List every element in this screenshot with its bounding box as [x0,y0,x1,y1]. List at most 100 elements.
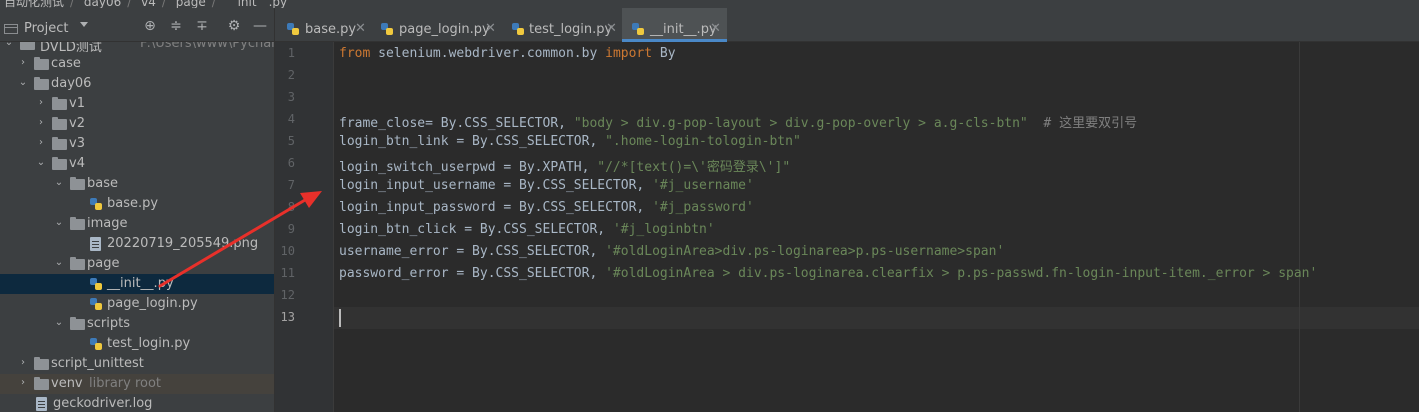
tree-item-label: __init__.py [107,276,174,291]
code-text: login_btn_link = By.CSS_SELECTOR, [339,134,606,149]
breadcrumb-item-file[interactable]: __init__.py [226,0,288,8]
text-caret [339,309,341,327]
close-icon[interactable]: ✕ [485,21,496,36]
chevron-right-icon[interactable]: › [36,118,46,128]
tree-item-venv[interactable]: › venv library root [0,374,274,394]
project-panel-title[interactable]: Project [24,21,68,36]
line-number: 7 [287,178,295,192]
python-file-icon [90,198,102,210]
breadcrumb-item-page[interactable]: page [176,0,206,8]
tab-page-login-py[interactable]: page_login.py ✕ [375,8,502,41]
line-number: 11 [280,266,295,280]
line-number: 4 [287,112,295,126]
tree-root-row[interactable]: ⌄ DVLD测试 F:\Users\www\PycharmProjects [0,42,274,55]
tree-item-v2[interactable]: › v2 [0,114,274,134]
chevron-down-icon[interactable]: ⌄ [54,318,64,328]
close-icon[interactable]: ✕ [710,21,721,36]
chevron-down-icon[interactable]: ⌄ [36,158,46,168]
tree-item-geckodriver-log[interactable]: geckodriver.log [0,394,274,412]
code-string: '#j_username' [652,178,754,193]
expand-all-icon[interactable]: ≑ [168,18,184,34]
tree-item-v1[interactable]: › v1 [0,94,274,114]
breadcrumb-item-day06[interactable]: day06 [84,0,121,8]
folder-icon [70,177,85,190]
tree-item-script-unittest[interactable]: › script_unittest [0,354,274,374]
code-text: login_input_username = By.CSS_SELECTOR, [339,178,653,193]
close-icon[interactable]: ✕ [606,21,617,36]
line-number: 2 [287,68,295,82]
line-number-gutter: 1 2 3 4 5 6 7 8 9 10 11 12 13 [275,42,334,412]
folder-icon [52,117,67,130]
project-tree: ⌄ DVLD测试 F:\Users\www\PycharmProjects › c… [0,42,274,412]
tab-base-py[interactable]: base.py ✕ [275,8,375,41]
code-line: password_error = By.CSS_SELECTOR, '#oldL… [339,266,1317,281]
code-text: username_error = By.CSS_SELECTOR, [339,244,606,259]
chevron-down-icon[interactable]: ⌄ [54,218,64,228]
tree-item-test-login-py[interactable]: test_login.py [0,334,274,354]
python-file-icon [287,23,299,35]
tree-item-base-py[interactable]: base.py [0,194,274,214]
breadcrumb-item-v4[interactable]: v4 [141,0,156,8]
tree-item-v4[interactable]: ⌄ v4 [0,154,274,174]
code-text: By [652,46,676,61]
tree-root-path: F:\Users\www\PycharmProjects [140,42,274,51]
code-text: login_input_password = By.CSS_SELECTOR, [339,200,653,215]
tree-item-v3[interactable]: › v3 [0,134,274,154]
tree-item-page[interactable]: ⌄ page [0,254,274,274]
line-number: 12 [280,288,295,302]
code-string: '#oldLoginArea > div.ps-loginarea.clearf… [605,266,1318,281]
code-line: login_btn_click = By.CSS_SELECTOR, '#j_l… [339,222,715,237]
folder-icon [34,77,49,90]
tree-item-image[interactable]: ⌄ image [0,214,274,234]
tree-item-case[interactable]: › case [0,54,274,74]
chevron-down-icon[interactable]: ⌄ [18,78,28,88]
chevron-right-icon[interactable]: › [18,358,28,368]
chevron-right-icon[interactable]: › [18,378,28,388]
tab-test-login-py[interactable]: test_login.py ✕ [502,8,622,41]
chevron-right-icon[interactable]: › [36,98,46,108]
chevron-right-icon[interactable]: › [18,58,28,68]
navigation-bar: 自动化测试 / day06/ v4/ page / __init__.py [0,0,1419,8]
line-number: 6 [287,156,295,170]
python-file-icon [632,23,644,35]
folder-icon [34,57,49,70]
code-string: '#j_loginbtn' [612,222,715,237]
locate-icon[interactable]: ⊕ [142,18,158,34]
python-file-icon [90,338,102,350]
chevron-down-icon[interactable]: ⌄ [4,42,14,48]
line-number: 1 [287,46,295,60]
tree-item-label: v2 [69,116,85,131]
tree-item-scripts[interactable]: ⌄ scripts [0,314,274,334]
close-icon[interactable]: ✕ [355,21,366,36]
image-file-icon [90,237,101,251]
tree-item-label: v4 [69,156,85,171]
tree-item-day06[interactable]: ⌄ day06 [0,74,274,94]
code-text: password_error = By.CSS_SELECTOR, [339,266,606,281]
tree-item-20220719-205549-png[interactable]: 20220719_205549.png [0,234,274,254]
tree-item-suffix: library root [89,376,162,391]
tree-item-page-login-py[interactable]: page_login.py [0,294,274,314]
chevron-down-icon[interactable]: ⌄ [54,178,64,188]
tab-init-py[interactable]: __init__.py ✕ [622,8,727,42]
gear-icon[interactable]: ⚙ [226,18,242,34]
breadcrumb-item-root[interactable]: 自动化测试 [4,0,64,8]
tree-item-init-py[interactable]: __init__.py [0,274,274,294]
hide-icon[interactable]: — [252,18,268,34]
line-number: 5 [287,134,295,148]
code-string: "body > div.g-pop-layout > div.g-pop-ove… [573,116,1028,131]
tree-item-label: page_login.py [107,296,198,311]
code-string: ".home-login-tologin-btn" [605,134,801,149]
folder-icon [70,317,85,330]
chevron-down-icon[interactable]: ⌄ [54,258,64,268]
python-file-icon [90,298,102,310]
code-line: from selenium.webdriver.common.by import… [339,46,676,61]
code-editor[interactable]: from selenium.webdriver.common.by import… [334,42,1419,412]
chevron-down-icon[interactable] [80,22,88,27]
folder-icon [52,137,67,150]
collapse-all-icon[interactable]: ∓ [194,18,210,34]
chevron-right-icon[interactable]: › [36,138,46,148]
python-file-icon [512,23,524,35]
line-number: 10 [280,244,295,258]
tree-item-base[interactable]: ⌄ base [0,174,274,194]
